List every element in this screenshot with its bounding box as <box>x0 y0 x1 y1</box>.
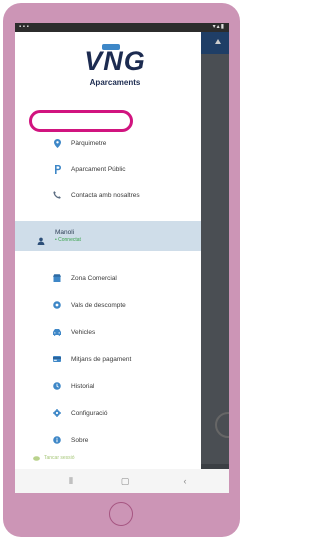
background-app-icon <box>215 39 221 44</box>
menu-item-label: Aparcament Públic <box>71 165 126 173</box>
brand-logo: VNG Aparcaments <box>65 44 165 106</box>
menu-item-label: Pàrquimetre <box>71 139 107 147</box>
menu-item-parquimetre[interactable]: Pàrquimetre <box>15 132 201 154</box>
background-locate-button[interactable] <box>215 412 229 438</box>
info-icon <box>53 436 61 444</box>
logo-subtitle: Aparcaments <box>89 78 141 87</box>
background-app-bar <box>201 32 229 54</box>
parking-p-icon <box>53 164 61 174</box>
menu-item-vehicles[interactable]: Vehicles <box>15 321 201 343</box>
logout-label: Tancar sessió <box>44 455 75 461</box>
menu-item-label: Historial <box>71 382 95 390</box>
phone-icon <box>53 191 61 199</box>
location-pin-icon <box>53 138 61 148</box>
navigation-drawer: VNG Aparcaments Pàrquimetre Aparcament P… <box>15 32 201 469</box>
menu-item-sobre[interactable]: Sobre <box>15 429 201 451</box>
android-nav-bar: ⦀ ▢ ‹ <box>15 469 229 493</box>
user-panel[interactable]: Manoli • Connectat <box>15 221 201 251</box>
background-app-content <box>201 54 229 464</box>
user-name: Manoli <box>55 229 75 236</box>
user-status: • Connectat <box>55 237 81 243</box>
menu-item-vals-descompte[interactable]: Vals de descompte <box>15 294 201 316</box>
menu-item-historial[interactable]: Historial <box>15 375 201 397</box>
logout-link[interactable]: Tancar sessió <box>33 455 75 461</box>
menu-item-contacta[interactable]: Contacta amb nosaltres <box>15 184 201 206</box>
status-bar-icons: ▾▴▮ <box>212 24 225 30</box>
menu-item-aparcament-public[interactable]: Aparcament Públic <box>15 158 201 180</box>
menu-item-label: Vehicles <box>71 328 96 336</box>
status-bar-left: ▪ ▪ ▪ <box>19 24 29 30</box>
history-icon <box>53 382 61 390</box>
menu-item-configuracio[interactable]: Configuració <box>15 402 201 424</box>
menu-item-label: Vals de descompte <box>71 301 126 309</box>
gear-icon <box>53 409 61 417</box>
menu-item-label: Configuració <box>71 409 108 417</box>
status-bar: ▪ ▪ ▪ ▾▴▮ <box>15 23 229 32</box>
user-avatar-icon <box>37 232 45 245</box>
back-nav-icon[interactable]: ‹ <box>179 475 191 487</box>
shop-icon <box>53 274 61 282</box>
credit-card-icon <box>53 355 61 363</box>
menu-item-label: Sobre <box>71 436 89 444</box>
phone-screen: ▪ ▪ ▪ ▾▴▮ VNG Aparcaments Pàrquimetre Ap… <box>15 23 229 493</box>
home-nav-icon[interactable]: ▢ <box>119 475 131 487</box>
highlight-annotation-ring <box>29 110 133 132</box>
menu-item-label: Contacta amb nosaltres <box>71 191 140 199</box>
menu-item-mitjans-pagament[interactable]: Mitjans de pagament <box>15 348 201 370</box>
menu-item-label: Mitjans de pagament <box>71 355 132 363</box>
car-icon <box>53 328 61 336</box>
menu-item-label: Zona Comercial <box>71 274 117 282</box>
logo-wordmark: VNG <box>84 46 146 76</box>
phone-home-button[interactable] <box>109 502 133 526</box>
logout-icon <box>33 455 40 461</box>
phone-frame: ▪ ▪ ▪ ▾▴▮ VNG Aparcaments Pàrquimetre Ap… <box>3 3 240 537</box>
recent-apps-icon[interactable]: ⦀ <box>65 475 77 487</box>
coupon-icon <box>53 301 61 309</box>
menu-item-zona-comercial[interactable]: Zona Comercial <box>15 267 201 289</box>
